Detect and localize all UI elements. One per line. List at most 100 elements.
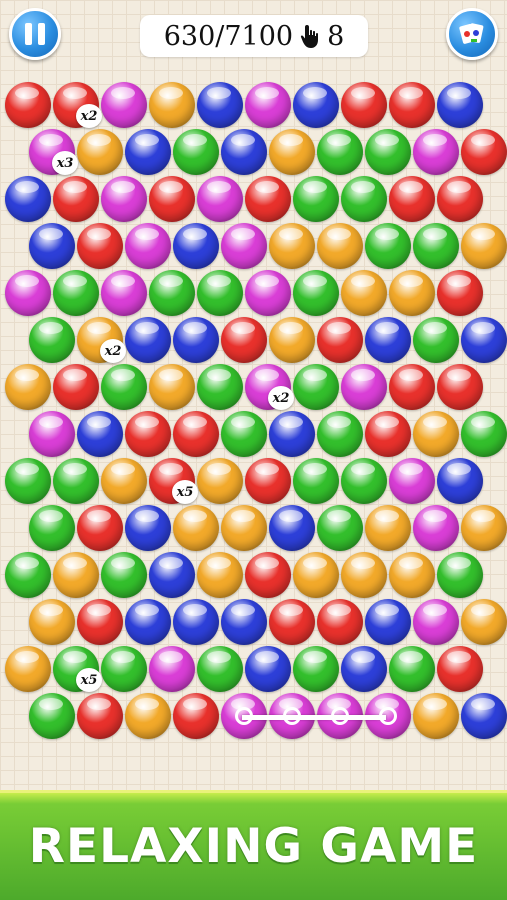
- magenta-ball[interactable]: [221, 223, 267, 269]
- green-ball[interactable]: [149, 270, 195, 316]
- magenta-ball[interactable]: [245, 270, 291, 316]
- blue-ball[interactable]: [437, 82, 483, 128]
- red-ball[interactable]: [173, 411, 219, 457]
- blue-ball[interactable]: [461, 317, 507, 363]
- blue-ball[interactable]: [77, 411, 123, 457]
- red-ball[interactable]: [437, 176, 483, 222]
- green-ball[interactable]: [365, 223, 411, 269]
- blue-ball[interactable]: [173, 223, 219, 269]
- green-ball[interactable]: [293, 270, 339, 316]
- blue-ball[interactable]: [149, 552, 195, 598]
- magenta-ball[interactable]: [101, 176, 147, 222]
- green-ball[interactable]: [461, 411, 507, 457]
- yellow-ball[interactable]: [341, 270, 387, 316]
- green-ball[interactable]: [317, 129, 363, 175]
- red-ball[interactable]: [437, 364, 483, 410]
- green-ball[interactable]: [101, 552, 147, 598]
- green-ball[interactable]: [389, 646, 435, 692]
- red-ball[interactable]: [461, 129, 507, 175]
- magenta-ball[interactable]: [197, 176, 243, 222]
- green-ball[interactable]: [5, 552, 51, 598]
- blue-ball[interactable]: [125, 317, 171, 363]
- red-ball[interactable]: [77, 505, 123, 551]
- green-ball[interactable]: [293, 364, 339, 410]
- magenta-ball[interactable]: [101, 270, 147, 316]
- magenta-ball[interactable]: [5, 270, 51, 316]
- blue-ball[interactable]: [269, 411, 315, 457]
- yellow-ball[interactable]: [365, 505, 411, 551]
- blue-ball[interactable]: [221, 129, 267, 175]
- magenta-ball[interactable]: [341, 364, 387, 410]
- game-board[interactable]: x2 x3 x2 x2 x5 x5: [0, 0, 507, 790]
- magenta-ball[interactable]: [29, 411, 75, 457]
- red-ball[interactable]: [53, 176, 99, 222]
- red-ball[interactable]: [317, 317, 363, 363]
- green-ball[interactable]: [101, 364, 147, 410]
- red-ball[interactable]: [437, 270, 483, 316]
- yellow-ball[interactable]: [341, 552, 387, 598]
- yellow-ball[interactable]: [269, 129, 315, 175]
- yellow-ball[interactable]: [173, 505, 219, 551]
- magenta-ball[interactable]: [413, 505, 459, 551]
- green-ball[interactable]: [197, 270, 243, 316]
- yellow-ball[interactable]: [461, 505, 507, 551]
- green-ball[interactable]: [53, 270, 99, 316]
- red-ball[interactable]: [245, 458, 291, 504]
- yellow-ball[interactable]: [461, 599, 507, 645]
- yellow-ball[interactable]: [389, 270, 435, 316]
- yellow-ball[interactable]: [197, 458, 243, 504]
- magenta-ball[interactable]: [413, 129, 459, 175]
- blue-ball[interactable]: [173, 317, 219, 363]
- yellow-ball[interactable]: [221, 505, 267, 551]
- red-ball[interactable]: [365, 411, 411, 457]
- green-ball[interactable]: [293, 458, 339, 504]
- green-ball[interactable]: [341, 458, 387, 504]
- blue-ball[interactable]: [269, 505, 315, 551]
- green-ball[interactable]: [413, 317, 459, 363]
- red-ball[interactable]: [317, 599, 363, 645]
- red-ball[interactable]: [245, 176, 291, 222]
- green-ball[interactable]: [53, 458, 99, 504]
- red-ball[interactable]: [53, 364, 99, 410]
- red-ball[interactable]: [149, 176, 195, 222]
- green-ball[interactable]: [221, 411, 267, 457]
- yellow-ball[interactable]: [269, 223, 315, 269]
- yellow-ball[interactable]: [317, 223, 363, 269]
- yellow-ball[interactable]: [5, 364, 51, 410]
- red-ball[interactable]: [221, 317, 267, 363]
- red-ball[interactable]: [437, 646, 483, 692]
- yellow-ball[interactable]: [149, 364, 195, 410]
- blue-ball[interactable]: [365, 599, 411, 645]
- blue-ball[interactable]: [245, 646, 291, 692]
- yellow-ball[interactable]: [29, 599, 75, 645]
- red-ball[interactable]: [173, 693, 219, 739]
- green-ball[interactable]: [437, 552, 483, 598]
- blue-ball[interactable]: [365, 317, 411, 363]
- red-ball[interactable]: [269, 599, 315, 645]
- yellow-ball[interactable]: [413, 693, 459, 739]
- green-ball[interactable]: [365, 129, 411, 175]
- blue-ball[interactable]: [29, 223, 75, 269]
- green-ball[interactable]: [413, 223, 459, 269]
- blue-ball[interactable]: [125, 599, 171, 645]
- magenta-ball[interactable]: [245, 82, 291, 128]
- green-ball[interactable]: [317, 411, 363, 457]
- green-ball[interactable]: [173, 129, 219, 175]
- red-ball[interactable]: [389, 82, 435, 128]
- red-ball[interactable]: [77, 223, 123, 269]
- yellow-ball[interactable]: [269, 317, 315, 363]
- blue-ball[interactable]: [173, 599, 219, 645]
- magenta-ball[interactable]: [389, 458, 435, 504]
- yellow-ball[interactable]: [101, 458, 147, 504]
- cards-button[interactable]: [446, 8, 498, 60]
- blue-ball[interactable]: [197, 82, 243, 128]
- pause-button[interactable]: [9, 8, 61, 60]
- yellow-ball[interactable]: [125, 693, 171, 739]
- red-ball[interactable]: [389, 364, 435, 410]
- red-ball[interactable]: [125, 411, 171, 457]
- red-ball[interactable]: [77, 693, 123, 739]
- red-ball[interactable]: [341, 82, 387, 128]
- blue-ball[interactable]: [221, 599, 267, 645]
- red-ball[interactable]: [5, 82, 51, 128]
- green-ball[interactable]: [5, 458, 51, 504]
